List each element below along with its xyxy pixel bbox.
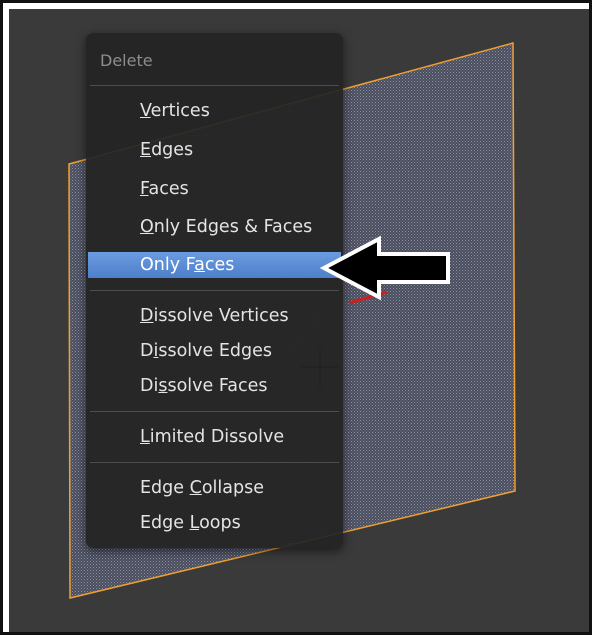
menu-item-only-edges-faces[interactable]: Only Edges & Faces	[88, 214, 341, 240]
menu-separator	[90, 462, 339, 463]
menu-title: Delete	[100, 51, 153, 70]
menu-separator	[90, 290, 339, 291]
menu-item-edges[interactable]: Edges	[88, 137, 341, 163]
menu-item-dissolve-edges[interactable]: Dissolve Edges	[88, 338, 341, 364]
menu-separator	[90, 411, 339, 412]
menu-item-faces[interactable]: Faces	[88, 176, 341, 202]
3d-viewport[interactable]: Delete Vertices Edges Faces Only Edges &…	[9, 9, 589, 632]
menu-item-edge-collapse[interactable]: Edge Collapse	[88, 475, 341, 501]
menu-separator	[90, 85, 339, 86]
menu-item-edge-loops[interactable]: Edge Loops	[88, 510, 341, 536]
menu-item-dissolve-faces[interactable]: Dissolve Faces	[88, 373, 341, 399]
screenshot-frame: Delete Vertices Edges Faces Only Edges &…	[0, 0, 592, 635]
menu-item-limited-dissolve[interactable]: Limited Dissolve	[88, 424, 341, 450]
delete-menu: Delete Vertices Edges Faces Only Edges &…	[86, 33, 343, 548]
menu-item-dissolve-vertices[interactable]: Dissolve Vertices	[88, 303, 341, 329]
menu-item-vertices[interactable]: Vertices	[88, 98, 341, 124]
menu-item-only-faces[interactable]: Only Faces	[88, 252, 341, 278]
